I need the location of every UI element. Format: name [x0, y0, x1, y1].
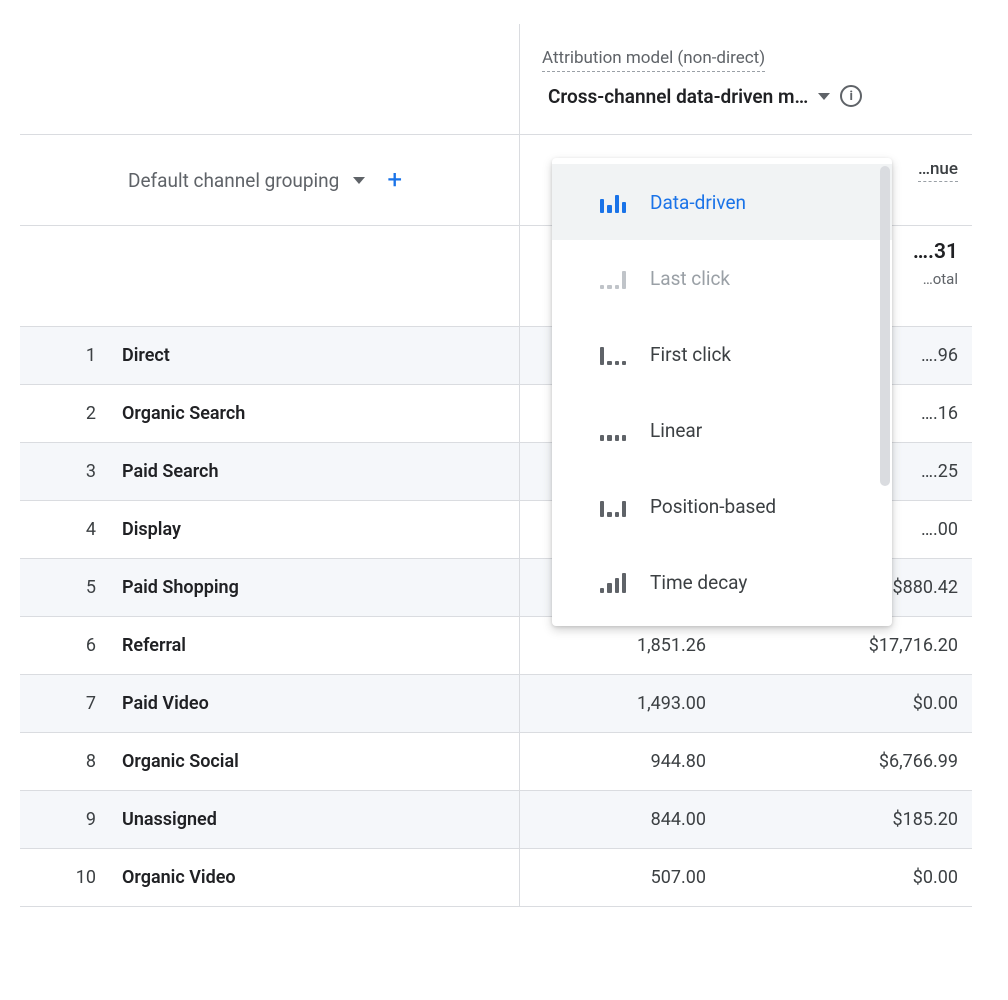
row-index: 5	[20, 559, 110, 616]
menu-item-first-click[interactable]: First click	[552, 316, 892, 392]
attribution-report-table: Attribution model (non-direct) Cross-cha…	[20, 24, 972, 907]
menu-item-label: Time decay	[650, 571, 747, 594]
attribution-model-selected: Cross-channel data-driven m…	[548, 85, 808, 108]
table-row[interactable]: 7Paid Video1,493.00$0.00	[20, 675, 972, 733]
revenue-cell: $0.00	[720, 849, 972, 906]
add-dimension-button[interactable]: +	[383, 163, 406, 197]
menu-item-linear[interactable]: Linear	[552, 392, 892, 468]
conversions-cell: 1,493.00	[520, 675, 720, 732]
conversions-cell: 844.00	[520, 791, 720, 848]
attribution-model-menu: Data-driven Last click First click Linear Po…	[552, 158, 892, 626]
table-row[interactable]: 10Organic Video507.00$0.00	[20, 849, 972, 907]
menu-item-label: First click	[650, 343, 731, 366]
dimension-label: Default channel grouping	[128, 169, 339, 192]
menu-item-data-driven[interactable]: Data-driven	[552, 164, 892, 240]
info-icon[interactable]: i	[840, 85, 862, 107]
table-row[interactable]: 8Organic Social944.80$6,766.99	[20, 733, 972, 791]
table-row[interactable]: 9Unassigned844.00$185.20	[20, 791, 972, 849]
menu-item-label: Position-based	[650, 495, 776, 518]
dimension-selector[interactable]: Default channel grouping	[32, 169, 365, 192]
channel-name: Paid Video	[110, 675, 519, 732]
row-index: 8	[20, 733, 110, 790]
row-index: 6	[20, 617, 110, 674]
channel-name: Organic Social	[110, 733, 519, 790]
channel-name: Paid Search	[110, 443, 519, 500]
attribution-model-selector[interactable]: Cross-channel data-driven m… i	[542, 78, 960, 122]
channel-name: Display	[110, 501, 519, 558]
time-decay-icon	[600, 571, 626, 593]
chevron-down-icon	[353, 177, 365, 184]
chevron-down-icon	[818, 93, 830, 100]
channel-name: Unassigned	[110, 791, 519, 848]
revenue-cell: $0.00	[720, 675, 972, 732]
conversions-cell: 507.00	[520, 849, 720, 906]
row-index: 10	[20, 849, 110, 906]
row-index: 7	[20, 675, 110, 732]
channel-name: Organic Search	[110, 385, 519, 442]
row-index: 2	[20, 385, 110, 442]
revenue-cell: $185.20	[720, 791, 972, 848]
menu-item-label: Linear	[650, 419, 702, 442]
revenue-cell: $6,766.99	[720, 733, 972, 790]
conversions-cell: 944.80	[520, 733, 720, 790]
row-index: 1	[20, 327, 110, 384]
position-based-icon	[600, 495, 626, 517]
first-click-icon	[600, 343, 626, 365]
last-click-icon	[600, 267, 626, 289]
channel-name: Direct	[110, 327, 519, 384]
data-driven-icon	[600, 191, 626, 213]
menu-item-last-click: Last click	[552, 240, 892, 316]
menu-scrollbar[interactable]	[880, 166, 890, 486]
channel-name: Organic Video	[110, 849, 519, 906]
attribution-model-label: Attribution model (non-direct)	[542, 48, 765, 72]
row-index: 9	[20, 791, 110, 848]
channel-name: Referral	[110, 617, 519, 674]
channel-name: Paid Shopping	[110, 559, 519, 616]
linear-icon	[600, 419, 626, 441]
menu-item-position-based[interactable]: Position-based	[552, 468, 892, 544]
menu-item-label: Last click	[650, 267, 730, 290]
row-index: 4	[20, 501, 110, 558]
menu-item-time-decay[interactable]: Time decay	[552, 544, 892, 620]
column-header-revenue[interactable]: …nue	[918, 159, 958, 182]
row-index: 3	[20, 443, 110, 500]
menu-item-label: Data-driven	[650, 191, 746, 214]
